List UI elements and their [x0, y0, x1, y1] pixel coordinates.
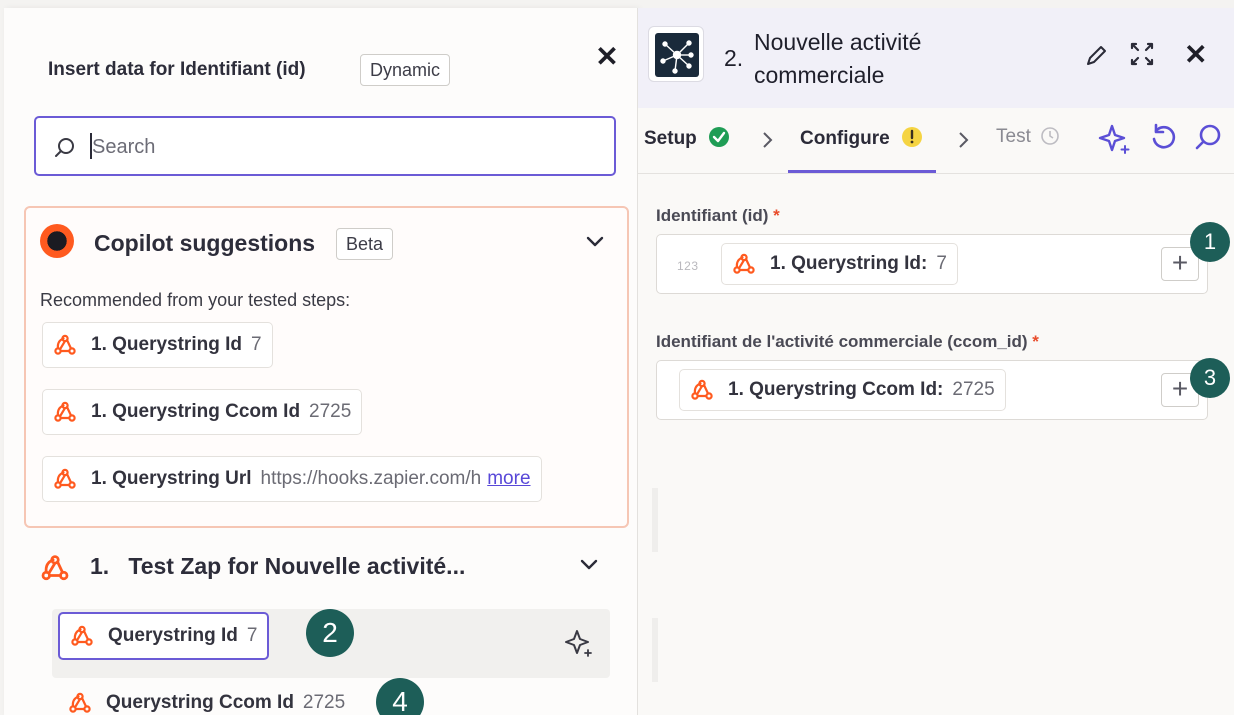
annotation-badge: 4: [376, 678, 424, 715]
webhook-icon: [53, 400, 77, 424]
chevron-down-icon[interactable]: [584, 230, 606, 252]
field-label: Identifiant (id) *: [656, 206, 780, 226]
copilot-suggestion-item[interactable]: 1. Querystring Ccom Id 2725: [42, 389, 363, 435]
suggestion-value: https://hooks.zapier.com/h: [260, 468, 482, 489]
screen: Insert data for Identifiant (id) Dynamic…: [0, 0, 1234, 715]
tab-setup[interactable]: Setup: [644, 126, 730, 150]
required-mark: *: [773, 206, 780, 225]
step-header: 2. Nouvelle activité commerciale ✕: [638, 8, 1234, 108]
suggestion-value: 7: [250, 334, 262, 355]
beta-badge: Beta: [336, 228, 394, 260]
undo-icon[interactable]: [1148, 122, 1178, 152]
copilot-logo-icon: [40, 224, 74, 258]
suggestion-value: 2725: [309, 401, 352, 422]
webhook-icon: [53, 467, 77, 491]
copilot-suggestions-card: Copilot suggestions Beta Recommended fro…: [24, 206, 629, 528]
pill-label: 1. Querystring Ccom Id:: [728, 379, 944, 400]
close-icon[interactable]: ✕: [1184, 38, 1207, 71]
search-input[interactable]: [92, 132, 592, 162]
close-icon[interactable]: ✕: [592, 42, 622, 72]
app-network-icon: [648, 26, 704, 82]
ccom-id-field[interactable]: 1. Querystring Ccom Id: 2725 +: [656, 360, 1208, 420]
suggestion-label: 1. Querystring Ccom Id: [91, 401, 301, 422]
pencil-icon[interactable]: [1082, 42, 1110, 70]
data-item-value: 7: [246, 625, 258, 646]
step-number: 2.: [724, 45, 744, 71]
webhook-icon: [40, 553, 70, 583]
more-link[interactable]: more: [487, 468, 530, 490]
chevron-right-icon: [763, 132, 773, 148]
mapped-data-pill[interactable]: 1. Querystring Id: 7: [721, 243, 958, 285]
field-label-text: Identifiant de l'activité commerciale (c…: [656, 332, 1028, 351]
suggestion-label: 1. Querystring Id: [91, 334, 242, 355]
search-icon[interactable]: [1194, 122, 1224, 152]
number-type-hint: 123: [677, 259, 699, 273]
tab-configure[interactable]: Configure: [800, 126, 923, 150]
panel-title: Insert data for Identifiant (id): [48, 59, 306, 80]
webhook-icon: [68, 691, 92, 715]
webhook-icon: [690, 378, 714, 402]
data-item[interactable]: Querystring Id 7: [58, 612, 270, 660]
data-item-label: Querystring Ccom Id: [106, 692, 294, 713]
data-item-value: 2725: [302, 692, 346, 713]
pill-value: 7: [936, 253, 947, 274]
section-header[interactable]: 1. Test Zap for Nouvelle activité...: [90, 553, 465, 580]
data-item-label: Querystring Id: [108, 625, 238, 646]
data-item[interactable]: Querystring Ccom Id 2725: [58, 680, 355, 715]
step-name: Nouvelle activité commerciale: [754, 29, 922, 88]
copilot-suggestion-item[interactable]: 1. Querystring Id 7: [42, 322, 273, 368]
copilot-suggestion-item[interactable]: 1. Querystring Url https://hooks.zapier.…: [42, 456, 542, 502]
annotation-badge: 3: [1190, 358, 1230, 398]
tab-label: Setup: [644, 128, 697, 149]
search-icon: [55, 138, 74, 157]
warning-icon: [902, 127, 922, 147]
field-label-text: Identifiant (id): [656, 206, 769, 225]
insert-data-panel: Insert data for Identifiant (id) Dynamic…: [4, 8, 638, 715]
copilot-title: Copilot suggestions: [94, 230, 316, 256]
tab-test[interactable]: Test: [996, 126, 1060, 148]
sparkle-icon[interactable]: [564, 628, 594, 658]
step-tabs: Setup Configure Test: [638, 108, 1234, 174]
section-number: 1.: [90, 553, 110, 579]
suggestion-label: 1. Querystring Url: [91, 468, 252, 489]
tab-label: Test: [996, 126, 1031, 147]
webhook-icon: [70, 624, 94, 648]
pill-label: 1. Querystring Id:: [770, 253, 928, 274]
clock-icon: [1041, 127, 1059, 145]
field-label: Identifiant de l'activité commerciale (c…: [656, 332, 1039, 352]
step-editor-panel: 2. Nouvelle activité commerciale ✕ Setup: [638, 8, 1234, 715]
webhook-icon: [732, 252, 756, 276]
check-circle-icon: [709, 127, 730, 147]
annotation-badge: 1: [1190, 222, 1230, 262]
chevron-right-icon: [959, 132, 969, 148]
divider: [652, 618, 658, 682]
annotation-badge: 2: [306, 609, 354, 657]
sparkle-icon[interactable]: [1098, 122, 1132, 156]
pill-value: 2725: [952, 379, 995, 400]
tab-label: Configure: [800, 128, 890, 149]
required-mark: *: [1032, 332, 1039, 351]
webhook-icon: [53, 333, 77, 357]
expand-icon[interactable]: [1128, 40, 1156, 68]
active-tab-indicator: [788, 170, 936, 173]
recommended-text: Recommended from your tested steps:: [40, 290, 351, 310]
section-title: Test Zap for Nouvelle activité...: [128, 553, 466, 579]
mapped-data-pill[interactable]: 1. Querystring Ccom Id: 2725: [679, 369, 1006, 411]
dynamic-badge: Dynamic: [360, 54, 451, 86]
identifiant-field[interactable]: 123 1. Querystring Id: 7 +: [656, 234, 1208, 294]
chevron-down-icon[interactable]: [578, 553, 600, 575]
divider: [652, 488, 658, 552]
search-box[interactable]: [34, 116, 616, 176]
